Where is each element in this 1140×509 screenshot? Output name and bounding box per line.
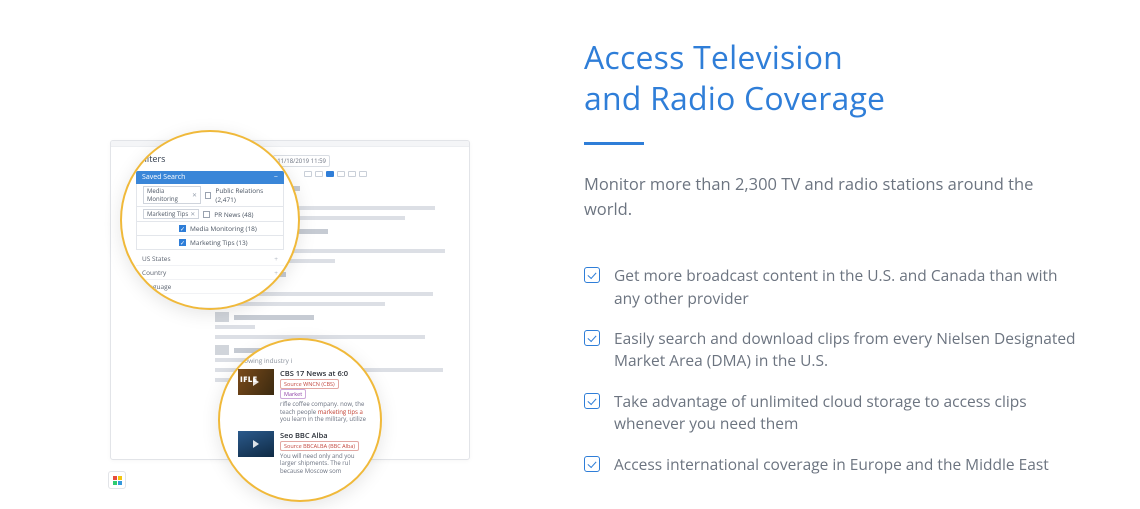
saved-search-header[interactable]: Saved Search− — [136, 171, 284, 184]
results-zoom-circle: growing industry i CBS 17 News at 6:0 So… — [218, 338, 382, 502]
checkbox-checked[interactable] — [179, 239, 186, 246]
result-title[interactable]: Seo BBC Alba — [280, 431, 366, 441]
market-tag: Market — [280, 389, 306, 399]
result-snippet: rifle coffee company. now, the teach peo… — [280, 401, 366, 424]
filters-heading: Filters — [136, 152, 284, 165]
play-icon — [253, 440, 259, 448]
checkbox[interactable] — [205, 192, 211, 199]
video-thumbnail[interactable] — [238, 431, 274, 457]
lead-paragraph: Monitor more than 2,300 TV and radio sta… — [584, 171, 1080, 222]
page-title: Access Television and Radio Coverage — [584, 38, 1080, 120]
feature-item: Easily search and download clips from ev… — [584, 327, 1080, 372]
feature-list: Get more broadcast content in the U.S. a… — [584, 264, 1080, 475]
result-item[interactable]: CBS 17 News at 6:0 Source WNCN (CBS) Mar… — [238, 369, 366, 424]
product-illustration: From: 11/11/2019 12:00 AM To: 11/18/2019… — [0, 0, 540, 509]
video-thumbnail[interactable] — [238, 369, 274, 395]
feature-item: Take advantage of unlimited cloud storag… — [584, 390, 1080, 435]
filter-option[interactable]: Marketing Tips (13) — [190, 238, 248, 247]
filter-group[interactable]: Country+ — [136, 266, 284, 280]
filter-badge-marketing-tips[interactable]: Marketing Tips✕ — [143, 209, 199, 219]
feature-item: Access international coverage in Europe … — [584, 453, 1080, 475]
source-tag: Source WNCN (CBS) — [280, 379, 339, 389]
filter-badge-media-monitoring[interactable]: Media Monitoring✕ — [143, 186, 201, 204]
checkbox-checked[interactable] — [179, 225, 186, 232]
source-tag: Source BBCALBA (BBC Alba) — [280, 441, 359, 451]
filter-option[interactable]: Public Relations (2,471) — [215, 186, 277, 204]
heading-underline — [584, 142, 644, 145]
check-icon — [584, 456, 600, 472]
result-title[interactable]: CBS 17 News at 6:0 — [280, 369, 366, 379]
filter-option[interactable]: Media Monitoring (18) — [190, 224, 257, 233]
snippet-tail: growing industry i — [238, 356, 366, 365]
filter-group[interactable]: US States+ — [136, 252, 284, 266]
close-icon[interactable]: ✕ — [190, 210, 195, 218]
filter-option[interactable]: PR News (48) — [214, 210, 253, 219]
filter-group[interactable]: Language+ — [136, 280, 284, 294]
help-widget-icon[interactable] — [108, 471, 126, 489]
play-icon — [253, 378, 259, 386]
check-icon — [584, 393, 600, 409]
result-item[interactable]: Seo BBC Alba Source BBCALBA (BBC Alba) Y… — [238, 431, 366, 476]
filters-zoom-circle: Filters Saved Search− Media Monitoring✕ … — [120, 130, 300, 310]
check-icon — [584, 330, 600, 346]
checkbox[interactable] — [203, 211, 210, 218]
check-icon — [584, 267, 600, 283]
result-snippet: You will need only and you larger shipme… — [280, 453, 366, 476]
feature-item: Get more broadcast content in the U.S. a… — [584, 264, 1080, 309]
close-icon[interactable]: ✕ — [192, 191, 197, 199]
